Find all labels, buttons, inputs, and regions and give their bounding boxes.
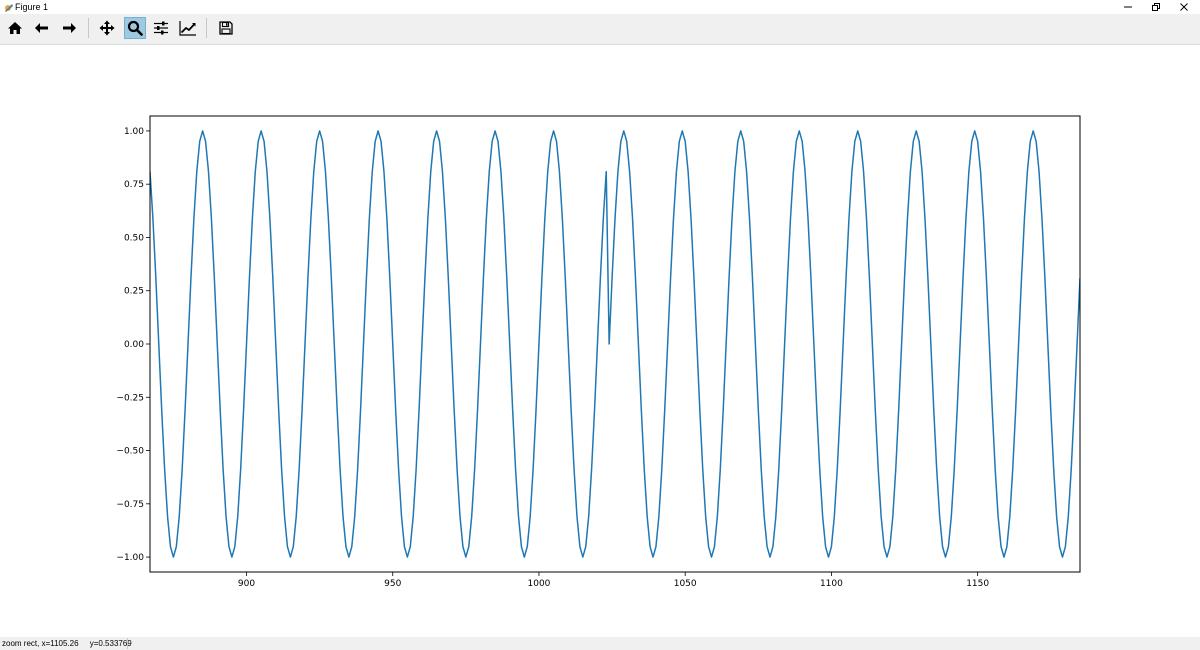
minimize-button[interactable] (1115, 0, 1141, 14)
restore-button[interactable] (1143, 0, 1169, 14)
arrow-right-icon (63, 23, 76, 33)
y-tick-label: 0.00 (124, 340, 144, 350)
floppy-disk-icon (219, 21, 233, 35)
y-tick-label: −1.00 (116, 553, 144, 563)
y-tick-label: 0.75 (124, 180, 144, 190)
y-tick-label: 0.25 (124, 287, 144, 297)
status-y-readout: y=0.533769 (89, 639, 132, 648)
y-tick-label: −0.25 (116, 393, 144, 403)
y-tick-label: 0.50 (124, 233, 144, 243)
status-mode: zoom rect, (2, 639, 40, 648)
forward-button[interactable] (58, 17, 80, 39)
x-axis: 900 950 1000 1050 1100 1150 (238, 572, 989, 589)
configure-subplots-button[interactable] (150, 17, 172, 39)
status-x-readout: x=1105.26 (41, 639, 79, 648)
line-chart[interactable]: 900 950 1000 1050 1100 1150 −1.00 −0.75 −0.50 −0… (0, 45, 1200, 637)
sliders-icon (154, 21, 168, 35)
status-bar: zoom rect, x=1105.26 y=0.533769 (0, 637, 1200, 650)
x-tick-label: 1000 (528, 579, 551, 589)
y-tick-label: 1.00 (124, 127, 144, 137)
minimize-icon (1124, 6, 1132, 8)
y-tick-label: −0.50 (116, 447, 144, 457)
y-axis: −1.00 −0.75 −0.50 −0.25 0.00 0.25 0.50 0.75 1.00 (116, 127, 150, 563)
status-readout: zoom rect, x=1105.26 y=0.533769 (2, 638, 132, 649)
edit-axes-button[interactable] (177, 17, 199, 39)
axes-frame (149, 115, 1081, 573)
toolbar-separator (206, 18, 207, 38)
x-tick-label: 950 (384, 579, 401, 589)
x-tick-label: 900 (238, 579, 255, 589)
x-tick-label: 1150 (966, 579, 989, 589)
pan-button[interactable] (96, 17, 118, 39)
y-tick-label: −0.75 (116, 500, 144, 510)
figure-canvas[interactable]: 900 950 1000 1050 1100 1150 −1.00 −0.75 −0.50 −0… (0, 45, 1200, 637)
zoom-button[interactable] (124, 17, 146, 39)
save-button[interactable] (215, 17, 237, 39)
arrow-left-icon (35, 23, 48, 33)
x-tick-label: 1050 (674, 579, 697, 589)
window-title: Figure 1 (15, 2, 49, 12)
x-tick-label: 1100 (820, 579, 843, 589)
magnifier-icon (127, 20, 143, 36)
title-bar: Figure 1 (0, 0, 1200, 14)
matplotlib-app-icon (5, 4, 13, 12)
back-button[interactable] (31, 17, 53, 39)
series-line (150, 130, 1080, 558)
close-icon (1180, 3, 1188, 11)
status-separator (127, 638, 128, 649)
navigation-toolbar (0, 14, 1200, 45)
line-chart-icon (179, 21, 196, 36)
home-button[interactable] (4, 17, 26, 39)
toolbar-separator (88, 18, 89, 38)
close-button[interactable] (1171, 0, 1197, 14)
home-icon (8, 22, 22, 34)
restore-icon (1152, 3, 1160, 11)
move-icon (99, 20, 115, 36)
